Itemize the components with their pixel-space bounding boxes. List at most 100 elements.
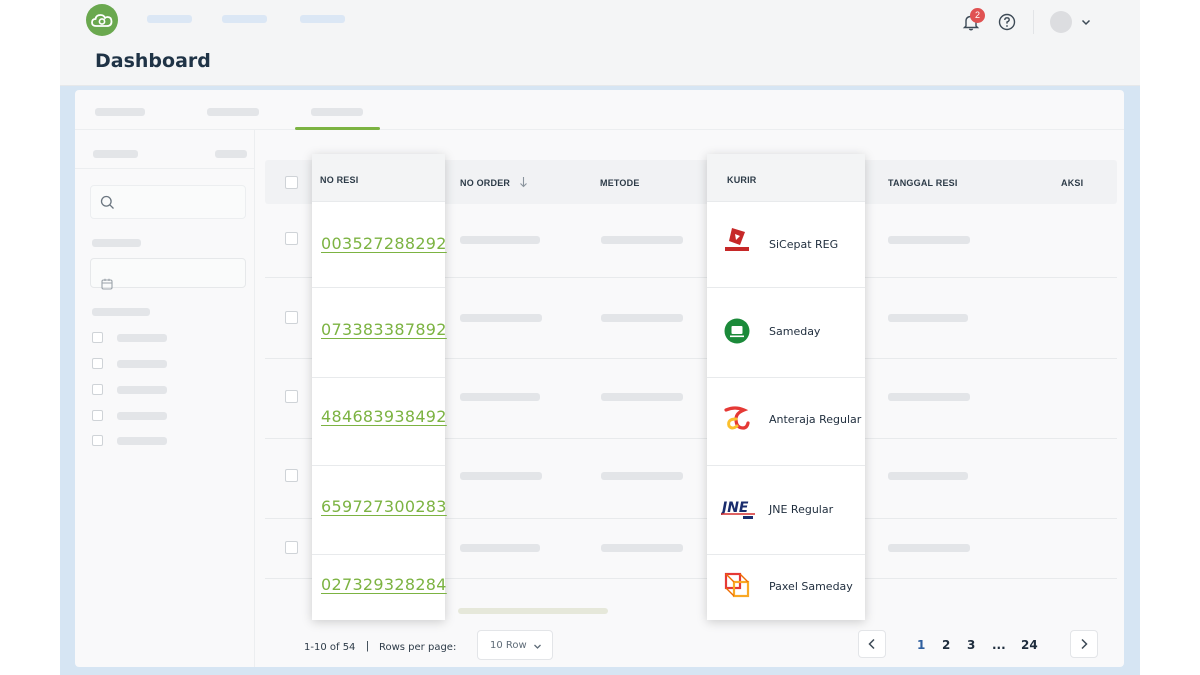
row-checkbox-3[interactable] [285, 390, 298, 403]
rows-per-page-select[interactable]: 10 Row [477, 630, 553, 660]
select-all-checkbox[interactable] [285, 176, 298, 189]
page-3[interactable]: 3 [967, 638, 975, 652]
filter-label-placeholder-2 [92, 308, 150, 316]
filter-sidebar [75, 130, 255, 667]
filter-checkbox-4[interactable] [92, 410, 103, 421]
sicepat-logo-icon [725, 228, 749, 251]
kurir-name-1: SiCepat REG [769, 238, 839, 251]
tanggal-placeholder [888, 393, 970, 401]
column-kurir-header: KURIR [707, 154, 865, 202]
notification-badge: 2 [970, 8, 985, 23]
tab-placeholder-2[interactable] [207, 108, 259, 116]
filter-option-placeholder-5 [117, 437, 167, 445]
row-checkbox-1[interactable] [285, 232, 298, 245]
no-order-placeholder [460, 314, 542, 322]
header-divider [1033, 10, 1034, 34]
nav-item-placeholder-2[interactable] [222, 15, 267, 23]
filter-checkbox-3[interactable] [92, 384, 103, 395]
sidebar-divider [75, 168, 255, 169]
avatar[interactable] [1050, 11, 1072, 33]
metode-placeholder [601, 393, 683, 401]
no-order-placeholder [460, 393, 540, 401]
column-tanggal-resi: TANGGAL RESI [888, 178, 958, 188]
kurir-name-2: Sameday [769, 325, 821, 338]
tab-placeholder-3-active[interactable] [311, 108, 363, 116]
page-title: Dashboard [95, 50, 211, 72]
next-page-button[interactable] [1070, 630, 1098, 658]
column-no-resi-header: NO RESI [312, 154, 445, 202]
resi-link-2[interactable]: 073383387892 [321, 320, 447, 339]
kurir-name-3: Anteraja Regular [769, 413, 862, 426]
page-ellipsis: ... [992, 638, 1006, 652]
metode-placeholder [601, 472, 683, 480]
row-checkbox-2[interactable] [285, 311, 298, 324]
rows-per-page-value: 10 Row [490, 640, 527, 651]
page-2[interactable]: 2 [942, 638, 950, 652]
tanggal-placeholder [888, 472, 968, 480]
kurir-name-4: JNE Regular [769, 503, 834, 516]
column-no-order[interactable]: NO ORDER [460, 178, 510, 188]
row-checkbox-5[interactable] [285, 541, 298, 554]
highlighted-column-no-resi: NO RESI 003527288292 073383387892 484683… [312, 154, 447, 620]
row-divider [707, 465, 865, 466]
chevron-down-icon[interactable] [1080, 16, 1092, 28]
row-divider [707, 554, 865, 555]
highlighted-column-kurir: KURIR SiCepat REG Sameday Anteraja Regul… [707, 154, 865, 620]
row-divider [312, 554, 445, 555]
resi-link-4[interactable]: 659727300283 [321, 497, 447, 516]
anteraja-logo-icon [724, 406, 750, 430]
metode-placeholder [601, 544, 683, 552]
row-divider [707, 287, 865, 288]
search-icon [100, 195, 114, 209]
metode-placeholder [601, 314, 683, 322]
column-no-resi: NO RESI [320, 175, 359, 185]
pagination-separator: | [366, 640, 369, 652]
filter-tab-placeholder-2[interactable] [215, 150, 247, 158]
active-tab-indicator [295, 127, 380, 130]
kurir-name-5: Paxel Sameday [769, 580, 853, 593]
content-area: NO ORDER METODE TANGGAL RESI AKSI NO RES… [60, 86, 1140, 675]
filter-checkbox-5[interactable] [92, 435, 103, 446]
chevron-down-icon [534, 644, 541, 649]
help-icon[interactable] [998, 13, 1016, 31]
prev-page-button[interactable] [858, 630, 886, 658]
cloud-logo-icon[interactable] [86, 4, 118, 36]
date-input[interactable] [90, 258, 246, 290]
row-divider [707, 377, 865, 378]
sort-arrow-down-icon[interactable] [519, 176, 528, 188]
metode-placeholder [601, 236, 683, 244]
resi-link-1[interactable]: 003527288292 [321, 234, 447, 253]
rows-per-page-label: Rows per page: [379, 642, 457, 653]
tab-placeholder-1[interactable] [95, 108, 145, 116]
row-divider [312, 287, 445, 288]
calendar-icon [101, 278, 113, 290]
filter-checkbox-2[interactable] [92, 358, 103, 369]
tanggal-placeholder [888, 544, 970, 552]
column-kurir: KURIR [727, 175, 757, 185]
page-1[interactable]: 1 [917, 638, 925, 652]
filter-option-placeholder-2 [117, 360, 167, 368]
resi-link-3[interactable]: 484683938492 [321, 407, 447, 426]
pagination-range: 1-10 of 54 [304, 642, 356, 653]
filter-label-placeholder-1 [92, 239, 141, 247]
row-checkbox-4[interactable] [285, 469, 298, 482]
filter-option-placeholder-4 [117, 412, 167, 420]
nav-item-placeholder-3[interactable] [300, 15, 345, 23]
search-input[interactable] [90, 185, 246, 219]
filter-checkbox-1[interactable] [92, 332, 103, 343]
resi-link-5[interactable]: 027329328284 [321, 575, 447, 594]
filter-tab-placeholder-1[interactable] [93, 150, 138, 158]
page-24[interactable]: 24 [1021, 638, 1038, 652]
filter-option-placeholder-3 [117, 386, 167, 394]
main-card: NO ORDER METODE TANGGAL RESI AKSI NO RES… [75, 90, 1124, 667]
column-aksi: AKSI [1061, 178, 1084, 188]
filter-option-placeholder-1 [117, 334, 167, 342]
tanggal-placeholder [888, 314, 968, 322]
chevron-left-icon [868, 638, 875, 650]
chevron-right-icon [1081, 638, 1088, 650]
no-order-placeholder [460, 544, 540, 552]
tanggal-placeholder [888, 236, 970, 244]
top-bar: 2 Dashboard [60, 0, 1140, 86]
horizontal-scrollbar[interactable] [458, 608, 608, 614]
nav-item-placeholder-1[interactable] [147, 15, 192, 23]
